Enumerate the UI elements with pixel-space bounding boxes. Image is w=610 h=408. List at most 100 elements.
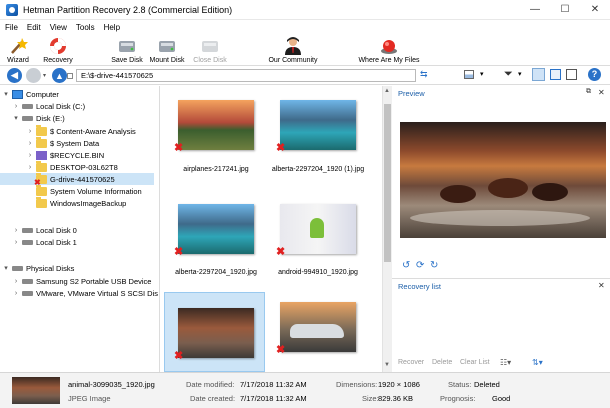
help-icon[interactable]: ? — [588, 68, 601, 81]
file-thumbnail-airplanes[interactable]: ✖ — [174, 100, 254, 154]
modified-value: 7/17/2018 11:32 AM — [240, 380, 307, 389]
modified-label: Date modified: — [186, 380, 235, 389]
file-thumbnail-animal[interactable]: ✖ — [174, 308, 254, 362]
grid-view-icon[interactable]: ☷▾ — [500, 358, 511, 367]
mount-disk-icon — [157, 37, 177, 55]
folder-path-icon — [67, 73, 73, 79]
tree-item-windows-backup[interactable]: WindowsImageBackup — [26, 196, 126, 209]
deleted-mark-icon: ✖ — [174, 246, 184, 258]
file-thumbnail-alberta-1[interactable]: ✖ — [276, 100, 356, 154]
file-name[interactable]: airplanes-217241.jpg — [166, 166, 266, 173]
tree-item-content-aware[interactable]: › $ Content-Aware Analysis — [26, 124, 136, 137]
wand-icon — [8, 37, 28, 55]
tree-item-vmware[interactable]: › VMware, VMware Virtual S SCSI Dis — [12, 287, 158, 299]
close-button[interactable]: ✕ — [580, 0, 610, 20]
deleted-mark-icon: ✖ — [174, 350, 184, 362]
menu-file[interactable]: File — [5, 23, 18, 32]
drive-icon — [22, 239, 33, 245]
rotate-icon[interactable]: ⟳ — [416, 260, 424, 271]
where-are-my-files-button[interactable]: Where Are My Files — [356, 34, 422, 66]
panel-close-icon[interactable]: ✕ — [598, 281, 605, 290]
our-community-button[interactable]: Our Community — [264, 34, 322, 66]
menu-view[interactable]: View — [50, 23, 67, 32]
path-text: E:\$-drive-441570625 — [81, 71, 154, 80]
status-bar: animal-3099035_1920.jpg JPEG Image Date … — [0, 372, 610, 408]
tree-item-system-volume[interactable]: System Volume Information — [26, 184, 142, 197]
file-thumbnail-android[interactable]: ✖ — [276, 204, 356, 258]
filter-icon[interactable]: ⏷ — [504, 68, 513, 81]
menu-tools[interactable]: Tools — [76, 23, 95, 32]
folder-icon — [36, 184, 47, 196]
save-disk-icon — [117, 37, 137, 55]
clear-list-button[interactable]: Clear List — [460, 359, 490, 366]
file-name[interactable]: alberta-2297204_1920 (1).jpg — [268, 166, 368, 173]
preview-title: Preview — [398, 89, 425, 98]
tree-item-disk-e[interactable]: ▾ Disk (E:) — [12, 112, 65, 124]
filter-dropdown-icon[interactable]: ▾ — [518, 70, 522, 78]
deleted-mark-icon: ✖ — [174, 142, 184, 154]
delete-button[interactable]: Delete — [432, 359, 452, 366]
deleted-mark-icon: ✖ — [276, 142, 286, 154]
close-disk-button[interactable]: Close Disk — [190, 34, 230, 66]
file-name[interactable]: android-994910_1920.jpg — [268, 269, 368, 276]
file-name[interactable]: alberta-2297204_1920.jpg — [166, 269, 266, 276]
drive-icon — [22, 103, 33, 109]
menu-edit[interactable]: Edit — [27, 23, 41, 32]
dimensions-label: Dimensions: — [336, 380, 378, 389]
size-value: 829.36 KB — [378, 394, 414, 403]
mount-disk-label: Mount Disk — [149, 57, 185, 64]
view-mode-icon[interactable] — [464, 70, 474, 79]
refresh-icon[interactable]: ⇆ — [420, 69, 428, 80]
forward-arrow-icon[interactable] — [26, 68, 41, 83]
up-arrow-icon[interactable]: ▲ — [52, 68, 67, 83]
window-title: Hetman Partition Recovery 2.8 (Commercia… — [23, 4, 233, 15]
tree-item-samsung[interactable]: › Samsung S2 Portable USB Device — [12, 275, 152, 287]
path-input[interactable]: E:\$-drive-441570625 — [76, 69, 416, 82]
file-thumbnail-auto[interactable]: ✖ — [276, 302, 356, 356]
file-grid-scrollbar[interactable]: ▲ ▼ — [382, 86, 392, 372]
lifebuoy-icon — [48, 37, 68, 55]
recovery-button[interactable]: Recovery — [40, 34, 76, 66]
tree-item-recycle-bin[interactable]: › $RECYCLE.BIN — [26, 149, 104, 161]
scroll-down-icon[interactable]: ▼ — [384, 362, 390, 368]
file-thumbnail-alberta-2[interactable]: ✖ — [174, 204, 254, 258]
tree-item-physical-disks[interactable]: ▾ Physical Disks — [2, 262, 74, 274]
history-dropdown-icon[interactable]: ▾ — [43, 72, 46, 79]
folder-icon — [36, 136, 47, 148]
menu-help[interactable]: Help — [104, 23, 120, 32]
tree-item-g-drive[interactable]: ✖ G-drive-441570625 — [26, 172, 115, 187]
panel-close-icon[interactable]: ✕ — [598, 88, 605, 97]
status-value: Deleted — [474, 380, 500, 389]
tree-item-local-disk-c[interactable]: › Local Disk (C:) — [12, 100, 85, 112]
rotate-left-icon[interactable]: ↺ — [402, 260, 410, 271]
close-disk-label: Close Disk — [193, 57, 227, 64]
scroll-up-icon[interactable]: ▲ — [384, 88, 390, 94]
wizard-button[interactable]: Wizard — [2, 34, 34, 66]
pin-icon[interactable]: ⧉ — [586, 88, 591, 96]
layout-icon[interactable] — [532, 68, 545, 81]
where-are-my-files-label: Where Are My Files — [358, 57, 420, 64]
tree-item-system-data[interactable]: › $ System Data — [26, 136, 99, 149]
drive-icon — [22, 290, 33, 296]
recovery-list-panel: Recovery list ✕ Recover Delete Clear Lis… — [392, 278, 610, 372]
sort-icon[interactable]: ⇅▾ — [532, 358, 543, 367]
maximize-button[interactable]: ☐ — [550, 0, 580, 20]
address-bar: ◀ ▾ ▲ E:\$-drive-441570625 ⇆ ▾ ⏷ ▾ ? — [0, 66, 610, 85]
tree-item-desktop[interactable]: › DESKTOP-03L62T8 — [26, 160, 118, 173]
tree-item-local-disk-0[interactable]: › Local Disk 0 — [12, 224, 77, 236]
mount-disk-button[interactable]: Mount Disk — [146, 34, 188, 66]
minimize-button[interactable]: — — [520, 0, 550, 20]
toolbar: Wizard Recovery Save Disk Mount Disk Clo… — [0, 34, 610, 66]
tree-item-computer[interactable]: ▾ Computer — [2, 88, 59, 100]
recover-button[interactable]: Recover — [398, 359, 424, 366]
window-icon[interactable] — [566, 69, 577, 80]
preview-panel: Preview ⧉ ✕ ↺ ⟳ ↻ — [392, 86, 610, 276]
scroll-thumb[interactable] — [384, 104, 391, 262]
tree-item-local-disk-1[interactable]: › Local Disk 1 — [12, 236, 77, 248]
save-disk-button[interactable]: Save Disk — [110, 34, 144, 66]
view-dropdown-icon[interactable]: ▾ — [480, 70, 484, 78]
save-disk-label: Save Disk — [111, 57, 143, 64]
back-arrow-icon[interactable]: ◀ — [7, 68, 22, 83]
rotate-right-icon[interactable]: ↻ — [430, 260, 438, 271]
save-icon[interactable] — [550, 69, 561, 80]
